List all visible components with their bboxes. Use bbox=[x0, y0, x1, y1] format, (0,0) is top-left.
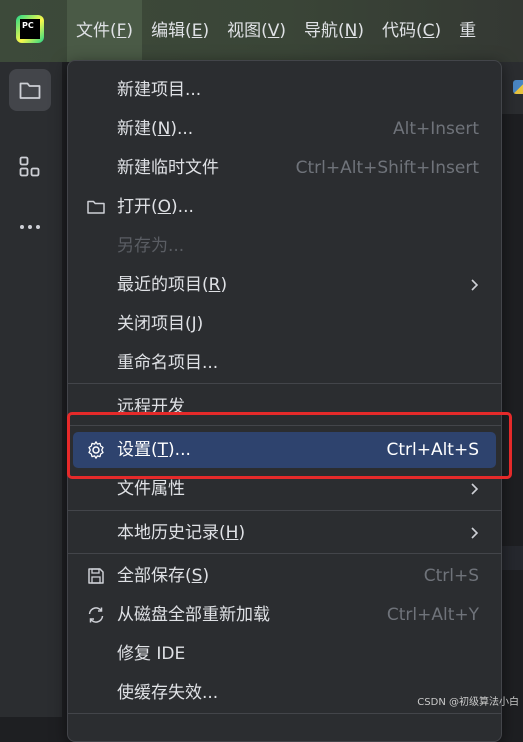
menu-item-save-as: 另存为... bbox=[117, 236, 185, 256]
menu-separator bbox=[68, 510, 501, 511]
menu-file[interactable]: 文件(F) bbox=[67, 0, 143, 62]
save-icon bbox=[88, 568, 104, 584]
highlight-annotation bbox=[67, 412, 512, 479]
editor-area[interactable] bbox=[500, 62, 523, 717]
folder-icon bbox=[87, 200, 105, 214]
menu-edit[interactable]: 编辑(E) bbox=[142, 0, 218, 62]
new-shortcut: Alt+Insert bbox=[392, 119, 479, 139]
menu-code[interactable]: 代码(C) bbox=[373, 0, 450, 62]
menu-item-new[interactable]: 新建(N)... Alt+Insert bbox=[73, 111, 496, 147]
new-label: 新建(N)... bbox=[117, 119, 194, 139]
structure-tool-button[interactable] bbox=[9, 146, 51, 188]
menu-item-open[interactable]: 打开(O)... bbox=[73, 189, 496, 225]
chevron-right-icon bbox=[471, 527, 479, 539]
menu-item-local-history[interactable]: 本地历史记录(H) bbox=[73, 515, 496, 551]
tool-window-bar bbox=[0, 62, 62, 717]
scratch-shortcut: Ctrl+Alt+Shift+Insert bbox=[295, 158, 479, 178]
menu-item-recent-projects[interactable]: 最近的项目(R) bbox=[73, 267, 496, 303]
reload-shortcut: Ctrl+Alt+Y bbox=[386, 605, 479, 625]
project-tool-button[interactable] bbox=[9, 69, 51, 111]
caret-line bbox=[500, 546, 523, 570]
history-label: 本地历史记录(H) bbox=[117, 523, 246, 543]
folder-icon bbox=[19, 82, 41, 99]
save-all-label: 全部保存(S) bbox=[117, 566, 210, 586]
menu-view[interactable]: 视图(V) bbox=[218, 0, 295, 62]
menu-separator bbox=[68, 383, 501, 384]
save-all-shortcut: Ctrl+S bbox=[423, 566, 479, 586]
recent-label: 最近的项目(R) bbox=[117, 275, 228, 295]
menu-item-reload-all[interactable]: 从磁盘全部重新加载 Ctrl+Alt+Y bbox=[73, 597, 496, 633]
editor-tab[interactable] bbox=[500, 62, 523, 115]
menu-refactor[interactable]: 重 bbox=[450, 0, 485, 62]
menu-item-new-project[interactable]: 新建项目... bbox=[73, 72, 496, 108]
close-label: 关闭项目(J) bbox=[117, 314, 204, 334]
python-file-icon bbox=[513, 80, 523, 94]
menu-item-close-project[interactable]: 关闭项目(J) bbox=[73, 306, 496, 342]
menu-item-rename-project[interactable]: 重命名项目... bbox=[73, 345, 496, 381]
menu-navigate[interactable]: 导航(N) bbox=[295, 0, 373, 62]
open-label: 打开(O)... bbox=[117, 197, 194, 217]
file-menu-dropdown: 新建项目... 新建(N)... Alt+Insert 新建临时文件 Ctrl+… bbox=[67, 60, 502, 742]
refresh-icon bbox=[88, 607, 104, 623]
logo-text: PC bbox=[20, 19, 40, 39]
menu-separator bbox=[68, 713, 501, 714]
main-menu-bar: 文件(F) 编辑(E) 视图(V) 导航(N) 代码(C) 重 bbox=[67, 0, 485, 62]
pycharm-logo[interactable]: PC bbox=[16, 15, 44, 43]
menu-item-repair-ide[interactable]: 修复 IDE bbox=[73, 636, 496, 672]
structure-icon bbox=[19, 156, 40, 177]
chevron-right-icon bbox=[471, 279, 479, 291]
menu-item-new-scratch-file[interactable]: 新建临时文件 Ctrl+Alt+Shift+Insert bbox=[73, 150, 496, 186]
title-bar: PC 文件(F) 编辑(E) 视图(V) 导航(N) 代码(C) 重 bbox=[0, 0, 523, 62]
menu-separator bbox=[68, 553, 501, 554]
menu-item-save-all[interactable]: 全部保存(S) Ctrl+S bbox=[73, 558, 496, 594]
more-icon bbox=[20, 225, 40, 229]
more-tools-button[interactable] bbox=[9, 206, 51, 248]
watermark: CSDN @初级算法小白 bbox=[417, 697, 519, 708]
